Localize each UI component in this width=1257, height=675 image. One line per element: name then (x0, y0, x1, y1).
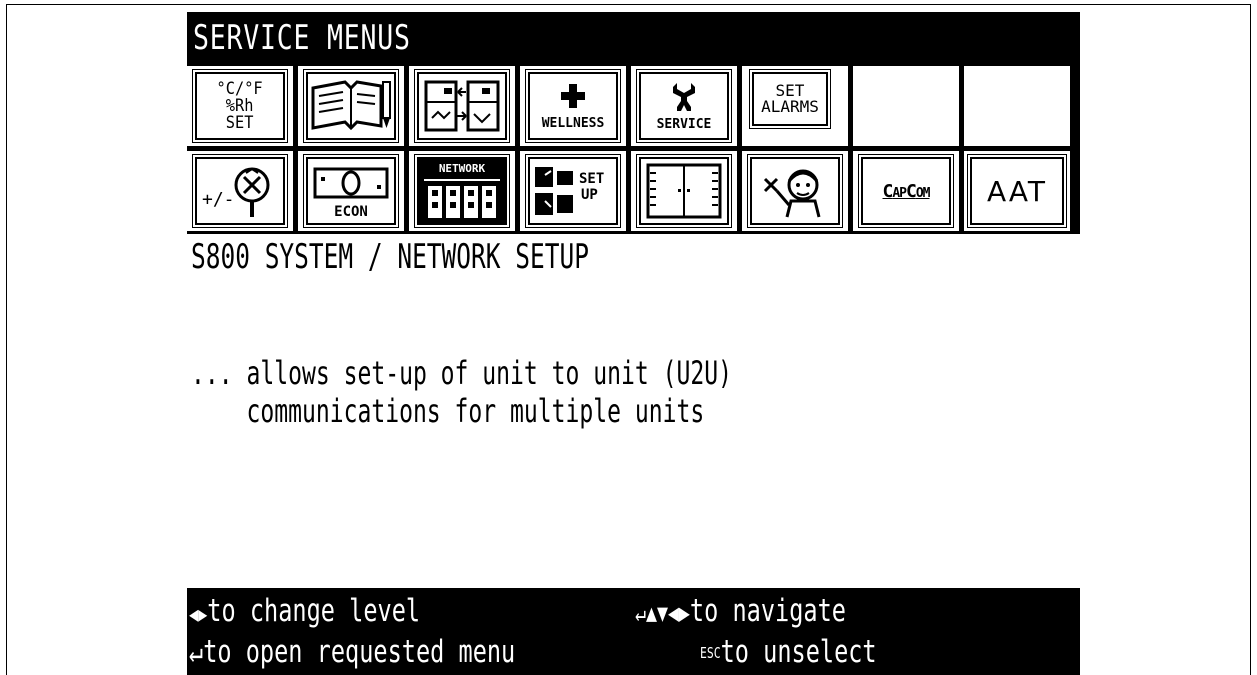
tile-network[interactable]: NETWORK (409, 151, 515, 231)
tile-manual[interactable] (298, 66, 404, 146)
enter-arrow-icon: ↵ (189, 634, 204, 670)
svg-text:+/-: +/- (202, 189, 235, 210)
navigate-arrows-icon: ↵▲▼◀▶ (635, 599, 690, 627)
transfer-icon (424, 80, 500, 132)
content-panel: S800 SYSTEM / NETWORK SETUP ... allows s… (187, 234, 1080, 588)
service-icon (673, 82, 695, 111)
tile-adjust[interactable]: +/- (187, 151, 293, 231)
set-alarms-icon: SET ALARMS (761, 81, 819, 116)
esc-key-icon: ESC (700, 644, 721, 662)
empty-tile-2 (964, 66, 1070, 146)
screen-title: SERVICE MENUS (193, 18, 411, 58)
service-label: SERVICE (656, 116, 712, 132)
tile-aat[interactable]: AAT (964, 151, 1070, 231)
left-right-arrows-icon: ◀▶ (189, 602, 208, 626)
adjust-icon: +/- (202, 167, 270, 217)
tile-set-alarms[interactable]: SET ALARMS (742, 66, 848, 146)
svg-text:ECON: ECON (334, 204, 368, 220)
econ-icon: ECON (313, 167, 389, 220)
tile-setup[interactable]: SET UP (520, 151, 626, 231)
manual-book-icon (311, 80, 391, 131)
description-line-1: ... allows set-up of unit to unit (U2U) (191, 354, 732, 392)
tile-econ[interactable]: ECON (298, 151, 404, 231)
hint-open-menu: ↵to open requested menu (189, 634, 516, 670)
description-line-2: communications for multiple units (191, 392, 705, 430)
setup-icon: SET UP (535, 167, 604, 215)
svg-text:NETWORK: NETWORK (439, 162, 486, 175)
wellness-icon (561, 83, 585, 108)
service-menu-screen: SERVICE MENUS °C/°F %Rh SET WELLNESS SER… (187, 12, 1080, 675)
technician-icon (763, 169, 821, 218)
menu-icon-grid: °C/°F %Rh SET WELLNESS SERVICE SET ALARM… (187, 60, 1080, 234)
tile-wellness[interactable]: WELLNESS (520, 66, 626, 146)
description: ... allows set-up of unit to unit (U2U) … (191, 354, 732, 430)
hint-unselect: ESCto unselect (700, 633, 877, 673)
page-heading: S800 SYSTEM / NETWORK SETUP (191, 237, 589, 277)
help-footer: ◀▶to change level ↵to open requested men… (187, 588, 1080, 675)
aat-icon: AAT (986, 174, 1048, 208)
svg-text:UP: UP (581, 187, 598, 203)
panel-icon (646, 163, 722, 219)
svg-text:SET: SET (579, 171, 604, 187)
tile-technician[interactable] (742, 151, 848, 231)
capcom-icon: CAPCOM (882, 180, 931, 202)
tile-capcom[interactable]: CAPCOM (853, 151, 959, 231)
tile-service[interactable]: SERVICE (631, 66, 737, 146)
tile-panel[interactable] (631, 151, 737, 231)
empty-tile-1 (853, 66, 959, 146)
tile-transfer[interactable] (409, 66, 515, 146)
hint-navigate: ↵▲▼◀▶to navigate (635, 592, 846, 633)
tile-temp-humidity-set[interactable]: °C/°F %Rh SET (187, 66, 293, 146)
wellness-label: WELLNESS (541, 115, 605, 131)
temp-humidity-set-icon: °C/°F %Rh SET (216, 78, 264, 133)
network-icon: NETWORK (424, 162, 500, 218)
hint-change-level: ◀▶to change level (189, 592, 420, 634)
